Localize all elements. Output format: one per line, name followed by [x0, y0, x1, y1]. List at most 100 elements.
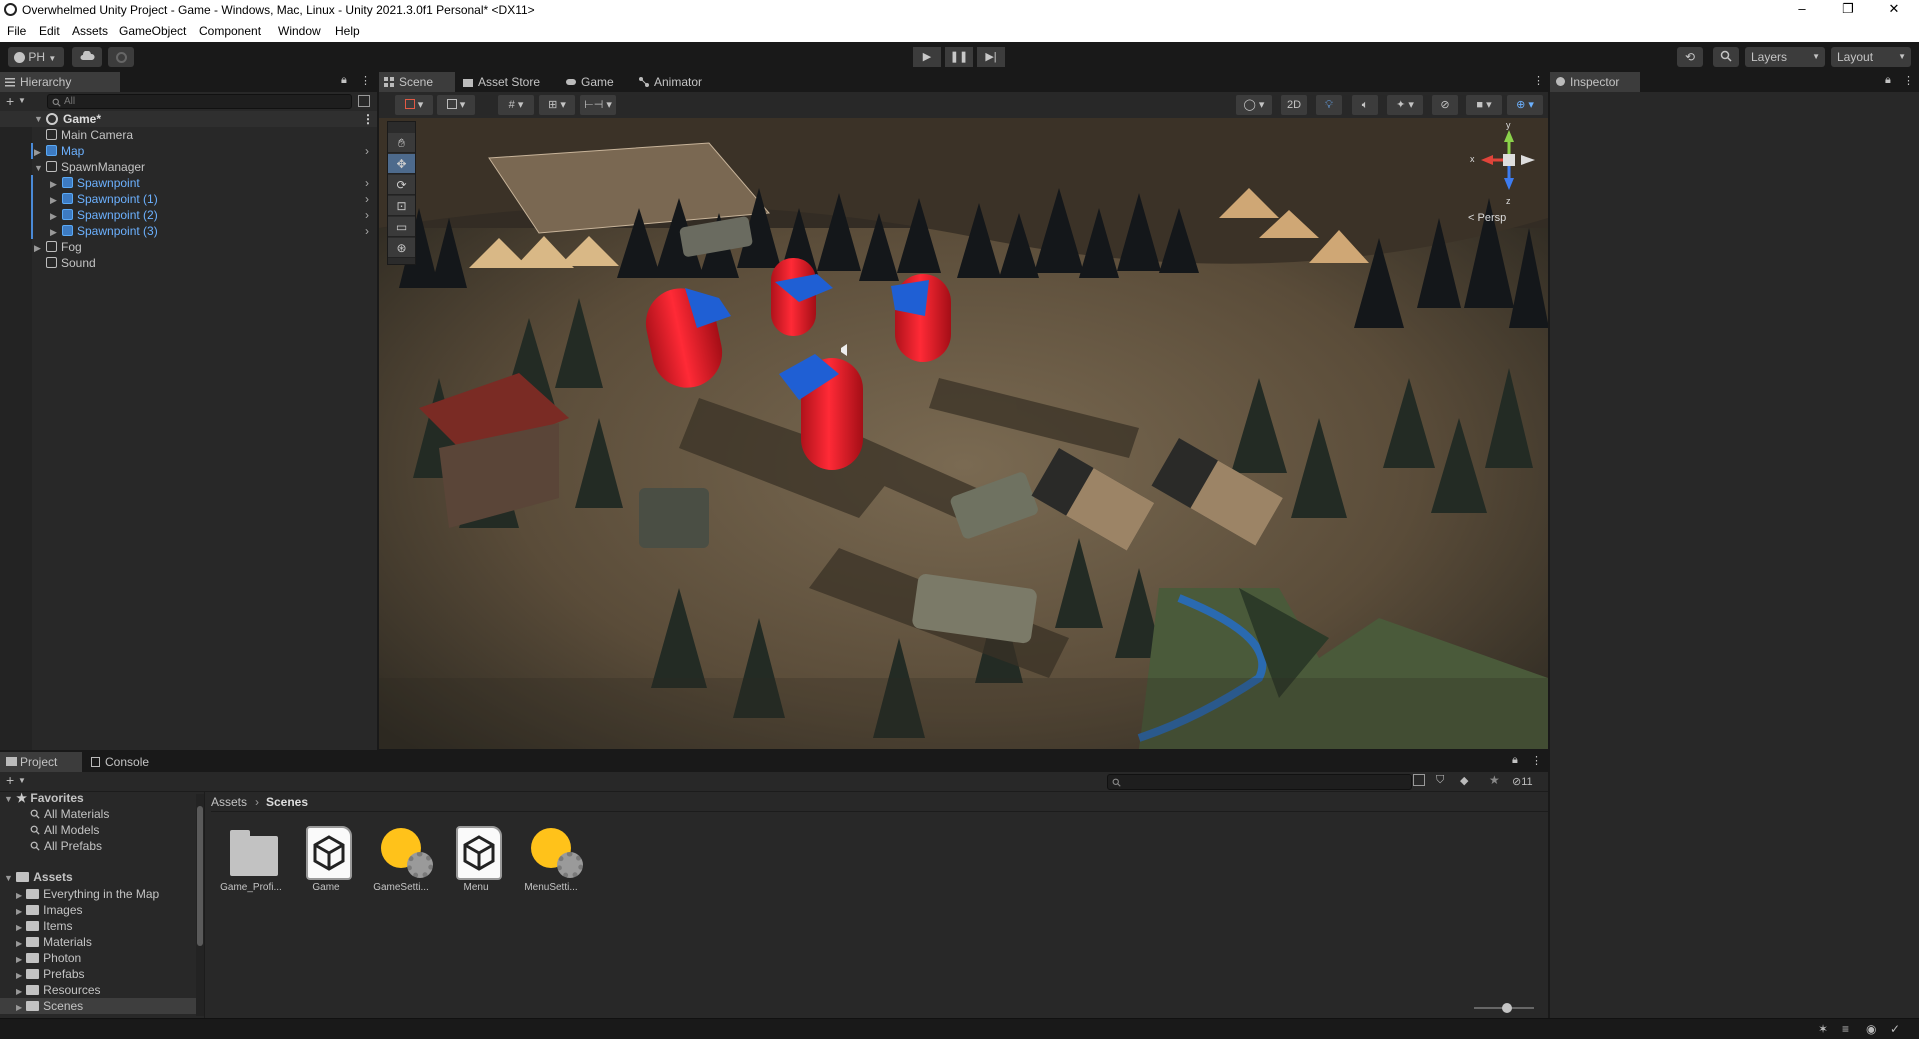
layout-dropdown[interactable]: Layout ▼	[1831, 47, 1911, 67]
hierarchy-search-input[interactable]: All	[47, 94, 352, 109]
asset-item-scene[interactable]: Menu	[444, 826, 508, 900]
expand-arrow-icon[interactable]: ▶	[34, 240, 41, 256]
hierarchy-item-sound[interactable]: Sound	[0, 255, 377, 271]
tab-project[interactable]: Project	[0, 752, 82, 772]
move-tool[interactable]: ✥	[388, 154, 415, 174]
pause-button[interactable]: ❚❚	[945, 47, 973, 67]
search-button[interactable]	[1713, 47, 1739, 67]
hierarchy-item-spawnpoint-1[interactable]: ▶ Spawnpoint (1) ›	[0, 191, 377, 207]
snap-grid-dropdown[interactable]: # ▾	[498, 95, 534, 115]
light-bake-icon[interactable]: ◉	[1866, 1022, 1876, 1036]
hierarchy-item-main-camera[interactable]: Main Camera	[0, 127, 377, 143]
play-button[interactable]: ▶	[913, 47, 941, 67]
expand-arrow-icon[interactable]: ▶	[50, 192, 57, 208]
draw-mode-dropdown[interactable]: ▾	[395, 95, 433, 115]
favorite-item[interactable]: All Prefabs	[30, 838, 102, 854]
hidden-objects-toggle[interactable]: ⊘	[1432, 95, 1458, 115]
folder-item[interactable]: ▶ Items	[0, 918, 196, 934]
hidden-packages-toggle[interactable]: ⊘11	[1512, 775, 1533, 788]
tree-scrollbar-thumb[interactable]	[197, 806, 203, 946]
hierarchy-item-spawnpoint[interactable]: ▶ Spawnpoint ›	[0, 175, 377, 191]
hierarchy-item-fog[interactable]: ▶ Fog	[0, 239, 377, 255]
expand-arrow-icon[interactable]: ▶	[16, 971, 22, 980]
expand-arrow-icon[interactable]: ▶	[50, 176, 57, 192]
search-by-label-icon[interactable]: ⛉	[1436, 774, 1444, 787]
asset-item-settings[interactable]: MenuSetti...	[519, 826, 583, 900]
favorites-header[interactable]: ▼ ★ Favorites	[4, 790, 84, 806]
breadcrumb-scenes[interactable]: Scenes	[266, 792, 308, 812]
scene-visibility-icon[interactable]	[358, 95, 370, 107]
folder-item[interactable]: ▶ Resources	[0, 982, 196, 998]
expand-arrow-icon[interactable]: ▶	[34, 144, 41, 160]
hierarchy-root-scene[interactable]: ▼ Game* ⋮	[0, 111, 377, 127]
hierarchy-item-spawnpoint-2[interactable]: ▶ Spawnpoint (2) ›	[0, 207, 377, 223]
audio-toggle[interactable]: 🔈︎	[1352, 95, 1378, 115]
layers-dropdown[interactable]: Layers ▼	[1745, 47, 1825, 67]
chevron-right-icon[interactable]: ›	[365, 143, 369, 159]
breadcrumb-assets[interactable]: Assets	[211, 792, 247, 812]
step-button[interactable]: ▶|	[977, 47, 1005, 67]
rect-tool[interactable]: ▭	[388, 217, 415, 237]
collab-button[interactable]	[108, 47, 134, 67]
shading-dropdown[interactable]: ◯ ▾	[1236, 95, 1272, 115]
folder-item[interactable]: ▶ Materials	[0, 934, 196, 950]
cache-server-icon[interactable]: ≡	[1842, 1022, 1849, 1036]
lock-icon[interactable]: 🔒︎	[1885, 74, 1891, 87]
orientation-gizmo[interactable]	[1477, 126, 1541, 204]
account-dropdown[interactable]: PH ▼	[8, 47, 64, 67]
favorite-star-icon[interactable]: ★	[1489, 773, 1500, 787]
kebab-menu-icon[interactable]: ⋮	[1533, 74, 1544, 87]
expand-arrow-icon[interactable]: ▶	[16, 891, 22, 900]
menu-window[interactable]: Window	[278, 24, 321, 38]
chevron-right-icon[interactable]: ›	[365, 175, 369, 191]
expand-arrow-icon[interactable]: ▶	[16, 1003, 22, 1012]
kebab-menu-icon[interactable]: ⋮	[360, 74, 371, 87]
expand-arrow-icon[interactable]: ▶	[50, 224, 57, 240]
expand-arrow-icon[interactable]: ▶	[16, 939, 22, 948]
expand-arrow-icon[interactable]: ▶	[16, 923, 22, 932]
tree-scrollbar[interactable]	[196, 794, 204, 1016]
tab-game[interactable]: Game	[561, 72, 631, 92]
effects-dropdown[interactable]: ✦ ▾	[1387, 95, 1423, 115]
tab-hierarchy[interactable]: Hierarchy	[0, 72, 120, 92]
asset-item-settings[interactable]: GameSetti...	[369, 826, 433, 900]
add-button[interactable]: +	[6, 93, 14, 109]
tab-scene[interactable]: Scene	[379, 72, 455, 92]
ruler-dropdown[interactable]: ⊢⊣ ▾	[580, 95, 616, 115]
expand-arrow-icon[interactable]: ▶	[16, 987, 22, 996]
menu-help[interactable]: Help	[335, 24, 360, 38]
debug-bug-icon[interactable]: ✶	[1818, 1022, 1828, 1036]
camera-dropdown[interactable]: ■ ▾	[1466, 95, 1502, 115]
increment-snap-dropdown[interactable]: ⊞ ▾	[539, 95, 575, 115]
expand-arrow-icon[interactable]: ▼	[34, 160, 43, 176]
tab-animator[interactable]: Animator	[634, 72, 724, 92]
chevron-right-icon[interactable]: ›	[365, 207, 369, 223]
expand-arrow-icon[interactable]: ▶	[50, 208, 57, 224]
expand-arrow-icon[interactable]: ▶	[16, 955, 22, 964]
hierarchy-item-spawnpoint-3[interactable]: ▶ Spawnpoint (3) ›	[0, 223, 377, 239]
kebab-menu-icon[interactable]: ⋮	[1903, 74, 1914, 87]
menu-edit[interactable]: Edit	[39, 24, 60, 38]
lock-icon[interactable]: 🔒︎	[341, 74, 347, 87]
chevron-right-icon[interactable]: ›	[365, 223, 369, 239]
gizmos-dropdown[interactable]: ⊕ ▾	[1507, 95, 1543, 115]
kebab-menu-icon[interactable]: ⋮	[1531, 754, 1542, 767]
expand-arrow-icon[interactable]: ▼	[34, 111, 43, 127]
menu-component[interactable]: Component	[199, 24, 261, 38]
persp-label[interactable]: < Persp	[1468, 212, 1506, 224]
favorite-item[interactable]: All Models	[30, 822, 99, 838]
menu-gameobject[interactable]: GameObject	[119, 24, 186, 38]
tag-icon[interactable]: ◆	[1460, 774, 1468, 787]
project-search-input[interactable]	[1107, 774, 1412, 790]
minimize-button[interactable]: –	[1780, 0, 1824, 20]
tab-asset-store[interactable]: Asset Store	[458, 72, 558, 92]
menu-assets[interactable]: Assets	[72, 24, 108, 38]
cloud-button[interactable]	[72, 47, 102, 67]
mode-2d-button[interactable]: 2D	[1281, 95, 1307, 115]
tab-console[interactable]: Console	[85, 752, 165, 772]
hand-tool[interactable]: ✋︎	[388, 133, 415, 153]
maximize-button[interactable]: ❐	[1826, 0, 1870, 20]
expand-arrow-icon[interactable]: ▶	[16, 907, 22, 916]
folder-item[interactable]: ▶ Everything in the Map	[0, 886, 196, 902]
lighting-toggle[interactable]: 💡︎	[1316, 95, 1342, 115]
